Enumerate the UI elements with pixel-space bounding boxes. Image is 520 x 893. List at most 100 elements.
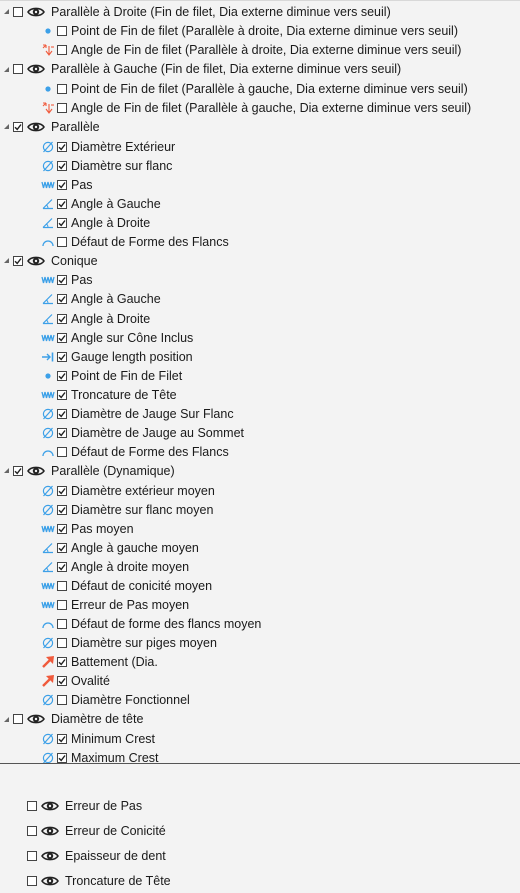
tree-item[interactable]: Pas moyen <box>0 519 520 538</box>
checkbox[interactable] <box>13 121 23 132</box>
eye-icon[interactable] <box>41 800 59 812</box>
eye-icon[interactable] <box>27 255 45 267</box>
eye-icon[interactable] <box>27 63 45 75</box>
tree-item[interactable]: Défaut de Forme des Flancs <box>0 442 520 461</box>
tree-item[interactable]: Diamètre extérieur moyen <box>0 481 520 500</box>
checkbox[interactable] <box>57 198 67 209</box>
checkbox[interactable] <box>57 733 67 744</box>
tree-item[interactable]: Angle à Droite <box>0 213 520 232</box>
tree-item[interactable]: Diamètre de Jauge Sur Flanc <box>0 404 520 423</box>
tree-item[interactable]: Pas <box>0 271 520 290</box>
tree-item[interactable]: Gauge length position <box>0 347 520 366</box>
tree-group[interactable]: Parallèle (Dynamique) <box>0 461 520 480</box>
checkbox[interactable] <box>13 64 23 75</box>
checkbox[interactable] <box>57 618 67 629</box>
checkbox[interactable] <box>57 599 67 610</box>
tree-item[interactable]: Angle à droite moyen <box>0 557 520 576</box>
checkbox[interactable] <box>13 6 23 17</box>
tree-item[interactable]: Erreur de Pas moyen <box>0 595 520 614</box>
checkbox[interactable] <box>57 275 67 286</box>
tree-item[interactable]: Diamètre sur flanc <box>0 156 520 175</box>
tree-group[interactable]: Epaisseur de dent <box>0 844 520 868</box>
tree-item[interactable]: Diamètre sur piges moyen <box>0 633 520 652</box>
tree-group[interactable]: Parallèle à Gauche (Fin de filet, Dia ex… <box>0 60 520 79</box>
tree-item[interactable]: Diamètre Extérieur <box>0 137 520 156</box>
checkbox[interactable] <box>27 826 37 836</box>
eye-icon[interactable] <box>41 875 59 887</box>
tree-item[interactable]: Angle à Droite <box>0 309 520 328</box>
checkbox[interactable] <box>57 656 67 667</box>
checkbox[interactable] <box>57 752 67 763</box>
tree-group[interactable]: Troncature de Tête <box>0 869 520 893</box>
tree-group[interactable]: Diamètre de tête <box>0 710 520 729</box>
checkbox[interactable] <box>57 141 67 152</box>
eye-icon[interactable] <box>27 713 45 725</box>
checkbox[interactable] <box>57 236 67 247</box>
checkbox[interactable] <box>13 465 23 476</box>
checkbox[interactable] <box>27 801 37 811</box>
checkbox[interactable] <box>57 695 67 706</box>
checkbox[interactable] <box>57 676 67 686</box>
tree-item[interactable]: Diamètre de Jauge au Sommet <box>0 423 520 442</box>
checkbox[interactable] <box>57 542 67 553</box>
tree-item[interactable]: Diamètre sur flanc moyen <box>0 500 520 519</box>
tree-group[interactable]: Parallèle <box>0 117 520 136</box>
checkbox[interactable] <box>57 351 67 362</box>
tree-item[interactable]: Angle à Gauche <box>0 194 520 213</box>
checkbox[interactable] <box>57 485 67 496</box>
checkbox[interactable] <box>57 160 67 171</box>
tree-item[interactable]: Maximum Crest <box>0 748 520 767</box>
tree-item[interactable]: Angle de Fin de filet (Parallèle à droit… <box>0 41 520 60</box>
checkbox[interactable] <box>57 45 67 56</box>
expand-collapse-icon[interactable] <box>2 461 11 480</box>
checkbox[interactable] <box>57 332 67 343</box>
tree-item[interactable]: Minimum Crest <box>0 729 520 748</box>
checkbox[interactable] <box>57 389 67 400</box>
tree-item[interactable]: Diamètre Fonctionnel <box>0 691 520 710</box>
checkbox[interactable] <box>57 179 67 190</box>
checkbox[interactable] <box>27 851 37 861</box>
tree-item[interactable]: Battement (Dia. <box>0 652 520 671</box>
expand-collapse-icon[interactable] <box>2 710 11 729</box>
checkbox[interactable] <box>57 313 67 324</box>
eye-icon[interactable] <box>41 850 59 862</box>
expand-collapse-icon[interactable] <box>2 117 11 136</box>
checkbox[interactable] <box>27 876 37 886</box>
checkbox[interactable] <box>57 504 67 515</box>
checkbox[interactable] <box>13 255 23 266</box>
tree-item[interactable]: Défaut de Forme des Flancs <box>0 232 520 251</box>
checkbox[interactable] <box>57 408 67 419</box>
tree-item[interactable]: Ovalité <box>0 672 520 691</box>
checkbox[interactable] <box>13 714 23 725</box>
tree-item[interactable]: Troncature de Tête <box>0 385 520 404</box>
tree-item[interactable]: Angle de Fin de filet (Parallèle à gauch… <box>0 98 520 117</box>
expand-collapse-icon[interactable] <box>2 60 11 79</box>
eye-icon[interactable] <box>41 825 59 837</box>
tree-item[interactable]: Point de Fin de filet (Parallèle à droit… <box>0 22 520 41</box>
checkbox[interactable] <box>57 427 67 438</box>
checkbox[interactable] <box>57 294 67 305</box>
tree-group[interactable]: Erreur de Pas <box>0 794 520 818</box>
tree-group[interactable]: Conique <box>0 251 520 270</box>
tree-group[interactable]: Erreur de Conicité <box>0 819 520 843</box>
tree-item[interactable]: Défaut de conicité moyen <box>0 576 520 595</box>
eye-icon[interactable] <box>27 6 45 18</box>
tree-item[interactable]: Point de Fin de filet (Parallèle à gauch… <box>0 79 520 98</box>
checkbox[interactable] <box>57 83 67 94</box>
eye-icon[interactable] <box>27 121 45 133</box>
tree-item[interactable]: Point de Fin de Filet <box>0 366 520 385</box>
checkbox[interactable] <box>57 523 67 534</box>
checkbox[interactable] <box>57 370 67 381</box>
checkbox[interactable] <box>57 446 67 457</box>
eye-icon[interactable] <box>27 465 45 477</box>
checkbox[interactable] <box>57 580 67 591</box>
expand-collapse-icon[interactable] <box>2 251 11 270</box>
checkbox[interactable] <box>57 561 67 572</box>
checkbox[interactable] <box>57 217 67 228</box>
checkbox[interactable] <box>57 102 67 113</box>
checkbox[interactable] <box>57 26 67 37</box>
expand-collapse-icon[interactable] <box>2 2 11 21</box>
tree-item[interactable]: Angle sur Cône Inclus <box>0 328 520 347</box>
checkbox[interactable] <box>57 637 67 648</box>
tree-item[interactable]: Angle à gauche moyen <box>0 538 520 557</box>
